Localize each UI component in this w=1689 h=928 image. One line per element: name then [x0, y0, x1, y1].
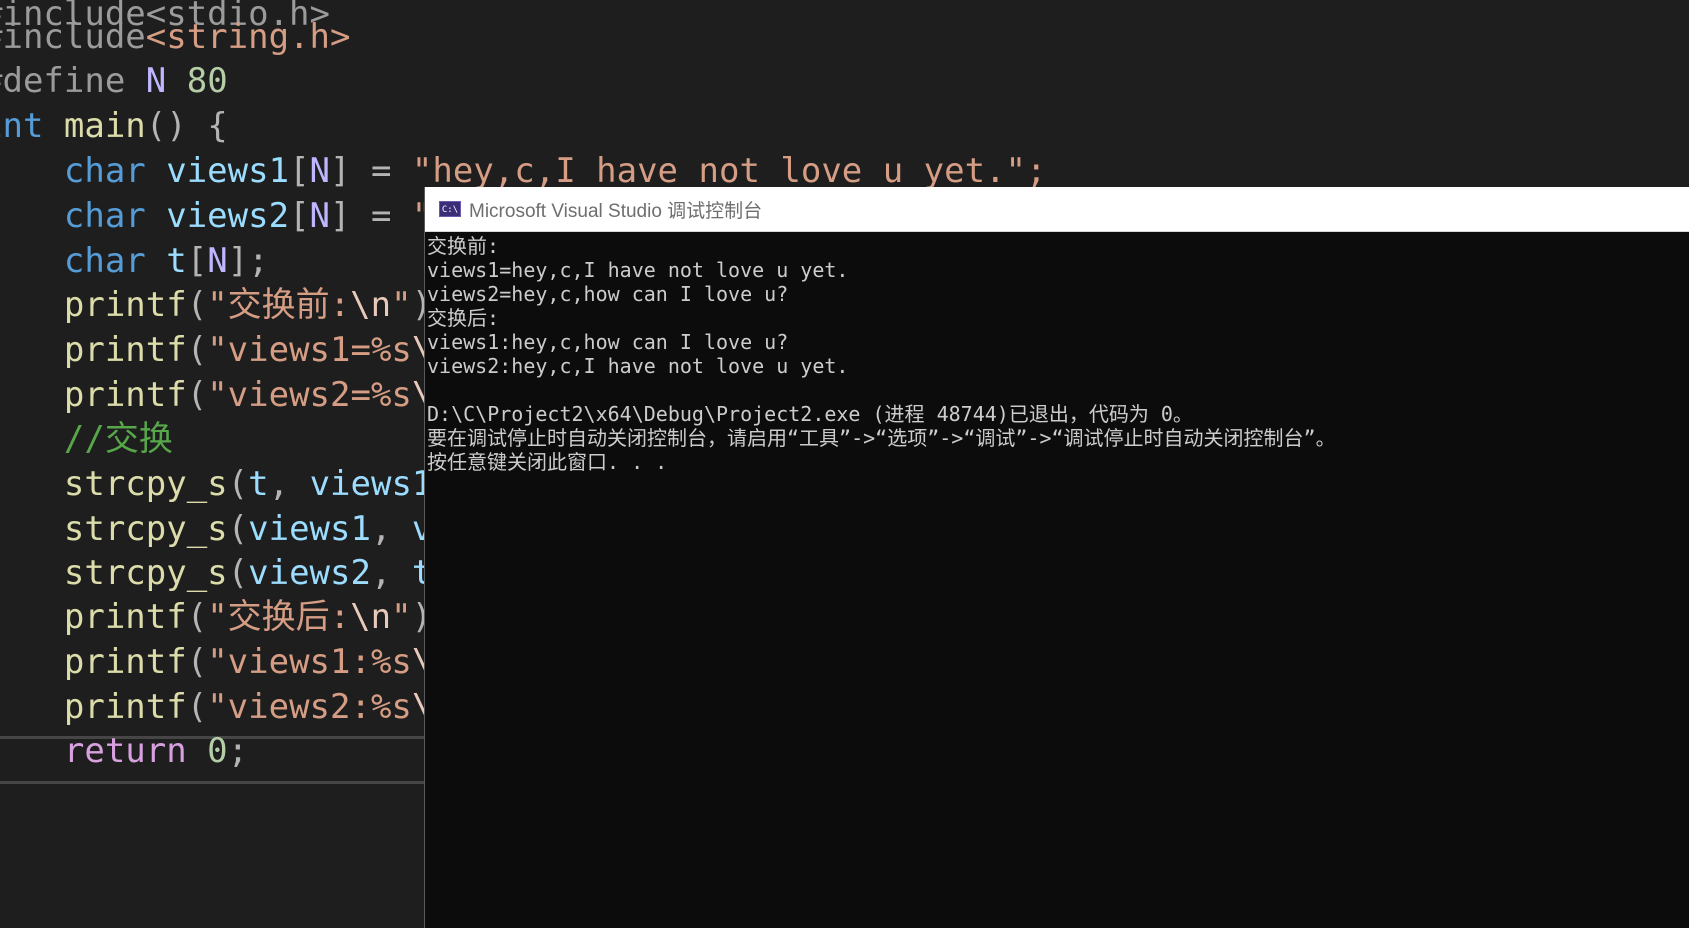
console-output-line: views1=hey,c,I have not love u yet.	[427, 258, 849, 282]
code-token: (	[227, 464, 249, 504]
console-title-bar[interactable]: C:\ Microsoft Visual Studio 调试控制台	[425, 187, 1689, 232]
code-token: strcpy_s	[0, 553, 228, 593]
code-line[interactable]: strcpy_s(views2, t);	[0, 549, 473, 597]
code-token: char	[0, 151, 167, 191]
code-token: "交换前:	[207, 285, 351, 325]
console-output-line: 按任意键关闭此窗口. . .	[427, 450, 668, 474]
code-line[interactable]: strcpy_s(t, views1);	[0, 460, 473, 508]
code-token: #define	[0, 61, 126, 101]
code-token: "交换后:	[207, 597, 351, 637]
code-token: views1	[248, 509, 371, 549]
code-token: (	[227, 509, 249, 549]
code-token: views1	[166, 151, 290, 191]
code-token: N	[309, 151, 331, 191]
code-token: <string.h>	[145, 17, 351, 57]
code-token: printf	[0, 375, 187, 415]
code-token: [	[289, 196, 310, 236]
code-token: (	[186, 687, 208, 727]
code-line[interactable]: printf("交换前:\n");	[0, 281, 453, 329]
code-token: [	[289, 151, 310, 191]
code-token: ] =	[330, 196, 412, 236]
console-output-line: 交换后:	[427, 306, 500, 330]
code-token: printf	[0, 285, 187, 325]
code-token: "	[391, 597, 412, 637]
code-token: //交换	[0, 419, 173, 459]
code-token: [	[186, 241, 208, 281]
code-line[interactable]: //交换	[0, 415, 173, 463]
code-token: (	[186, 330, 208, 370]
code-token: ] =	[330, 151, 412, 191]
code-token: ,	[370, 509, 412, 549]
code-token: (	[186, 285, 208, 325]
code-token: views1	[309, 464, 433, 504]
code-token: "views2=%s	[207, 375, 412, 415]
code-token: return	[0, 731, 208, 771]
code-token: "	[391, 285, 412, 325]
console-output[interactable]: 交换前: views1=hey,c,I have not love u yet. v…	[427, 231, 1689, 928]
code-token: "views1:%s	[207, 642, 412, 682]
code-token: (	[186, 597, 208, 637]
code-line[interactable]: return 0;	[0, 727, 248, 775]
code-token: ];	[227, 241, 269, 281]
console-output-line: D:\C\Project2\x64\Debug\Project2.exe (进程…	[427, 402, 1193, 426]
code-token: (	[186, 642, 208, 682]
code-token: (	[227, 553, 249, 593]
code-token: t	[166, 241, 187, 281]
code-token: printf	[0, 330, 187, 370]
code-token: char	[0, 196, 167, 236]
code-line[interactable]: int main() {	[0, 102, 228, 150]
code-token: (	[186, 375, 208, 415]
console-title: Microsoft Visual Studio 调试控制台	[469, 200, 763, 222]
code-token: 80	[166, 61, 228, 101]
code-line[interactable]: printf("views1=%s\n"	[0, 326, 473, 374]
code-token: views2	[248, 553, 371, 593]
code-token: char	[0, 241, 167, 281]
code-token: t	[248, 464, 269, 504]
console-app-icon: C:\	[439, 201, 461, 217]
code-token: \n	[350, 597, 392, 637]
code-line[interactable]: #include<string.h>	[0, 13, 350, 61]
console-output-line: 交换前:	[427, 234, 500, 258]
code-token: printf	[0, 687, 187, 727]
code-token: () {	[145, 106, 228, 146]
code-token: printf	[0, 642, 187, 682]
code-token: \n	[350, 285, 392, 325]
console-output-line: views1:hey,c,how can I love u?	[427, 330, 789, 354]
code-token: printf	[0, 597, 187, 637]
code-line[interactable]: printf("交换后:\n");	[0, 593, 453, 641]
console-output-line: views2:hey,c,I have not love u yet.	[427, 354, 849, 378]
code-line[interactable]: #define N 80	[0, 57, 228, 105]
code-line[interactable]: printf("views2=%s\n"	[0, 371, 473, 419]
code-token: "views1=%s	[207, 330, 412, 370]
code-token: N	[207, 241, 228, 281]
code-token: int	[0, 106, 44, 146]
code-line[interactable]: printf("views2:%s\n"	[0, 683, 473, 731]
code-token: "hey,c,I have not love u yet.";	[411, 151, 1047, 191]
code-token: N	[309, 196, 331, 236]
console-output-line: 要在调试停止时自动关闭控制台，请启用“工具”->“选项”->“调试”->“调试停…	[427, 426, 1336, 450]
code-token: strcpy_s	[0, 464, 228, 504]
code-token: ;	[227, 731, 249, 771]
code-token: "views2:%s	[207, 687, 412, 727]
code-token: 0	[207, 731, 228, 771]
console-output-line: views2=hey,c,how can I love u?	[427, 282, 789, 306]
code-token: #include	[0, 17, 146, 57]
code-token: ,	[268, 464, 310, 504]
debug-console-window[interactable]: C:\ Microsoft Visual Studio 调试控制台 交换前: vi…	[424, 187, 1689, 928]
code-line[interactable]: char t[N];	[0, 237, 269, 285]
code-line[interactable]: printf("views1:%s\n"	[0, 638, 473, 686]
code-token: views2	[166, 196, 290, 236]
code-token: ,	[370, 553, 412, 593]
code-token: strcpy_s	[0, 509, 228, 549]
code-token: main	[63, 106, 146, 146]
code-token: N	[145, 61, 167, 101]
